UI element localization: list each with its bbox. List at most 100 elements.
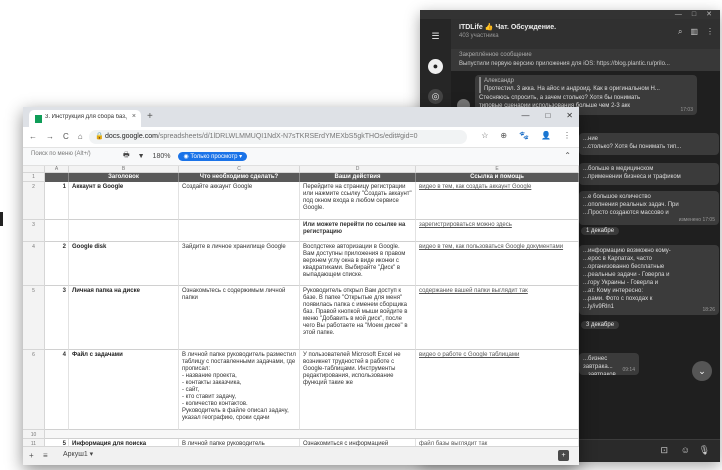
column-header-e[interactable]: E (416, 166, 579, 173)
extension-icon[interactable]: 🐾 (519, 131, 529, 140)
help-link[interactable]: видео в тем, как пользоваться Google док… (416, 242, 579, 286)
chat-icon[interactable]: ● (428, 59, 443, 74)
reload-button[interactable]: C (63, 132, 69, 141)
minimize-button[interactable]: — (675, 10, 682, 19)
table-cell[interactable]: Или можете перейти по ссылке на регистра… (300, 220, 416, 242)
pinned-heading: Закреплённое сообщение (459, 52, 532, 58)
table-cell[interactable]: Личная папка на диске (69, 286, 179, 350)
emoji-icon[interactable]: ☺ (681, 445, 690, 455)
scroll-down-button[interactable]: ⌄ (692, 361, 712, 381)
all-sheets-menu-icon[interactable]: ≡ (43, 451, 48, 460)
close-button[interactable]: ✕ (566, 111, 573, 120)
table-cell[interactable]: Перейдите на страницу регистрации или на… (300, 182, 416, 220)
forward-button[interactable]: → (46, 132, 54, 141)
menu-search-input[interactable]: Поиск по меню (Alt+/) (31, 151, 91, 157)
sheet-tab[interactable]: Аркуш1 ▾ (63, 450, 93, 458)
column-header-b[interactable]: B (69, 166, 179, 173)
maximize-button[interactable]: □ (545, 111, 550, 120)
row-number[interactable]: 2 (23, 182, 45, 220)
chat-header[interactable]: ITDLife 👍 Чат. Обсуждение. 403 участника… (451, 19, 720, 49)
collapse-toolbar-icon[interactable]: ⌃ (564, 151, 571, 160)
table-cell[interactable]: В личной папке руководитель разместил та… (179, 350, 300, 430)
message-bubble[interactable]: ...ние ...столько? Хотя бы понимать тип.… (579, 133, 719, 155)
more-icon[interactable]: ⋮ (706, 27, 714, 37)
table-cell[interactable]: 3 (45, 286, 69, 350)
search-icon[interactable]: ⌕ (678, 27, 682, 37)
message-bubble[interactable]: ...бизнес завтрака... ...завтраков 09:14 (579, 353, 639, 375)
table-cell[interactable]: Создайте аккаунт Google (179, 182, 300, 220)
browser-menu-icon[interactable]: ⋮ (563, 131, 571, 140)
columns-icon[interactable]: ▥ (690, 27, 698, 37)
row-number[interactable]: 10 (23, 430, 45, 439)
column-header-c[interactable]: C (179, 166, 300, 173)
message-bubble[interactable]: ...е большое количество ...ополнения реа… (579, 191, 719, 225)
profile-icon[interactable]: 👤 (541, 131, 551, 140)
spreadsheet-grid: A B C D E 1 Заголовок Что необходимо сде… (23, 166, 579, 447)
message-text: ...информацию возможно кому- ...ерос в К… (583, 248, 671, 310)
table-cell[interactable]: 4 (45, 350, 69, 430)
table-cell[interactable]: Файл с задачами (69, 350, 179, 430)
empty-row[interactable] (45, 430, 579, 439)
help-link[interactable]: видео в тем, как создать аккаунт Google (416, 182, 579, 220)
table-cell[interactable]: Руководитель открыл Вам доступ к базе. В… (300, 286, 416, 350)
column-header-a[interactable]: A (45, 166, 69, 173)
lock-icon[interactable]: 🔒 (95, 132, 104, 140)
table-cell[interactable]: Google disk (69, 242, 179, 286)
row-number[interactable]: 1 (23, 173, 45, 182)
table-cell[interactable]: 1 (45, 182, 69, 220)
table-cell[interactable] (179, 220, 300, 242)
home-button[interactable]: ⌂ (78, 132, 83, 141)
menu-icon[interactable]: ☰ (428, 29, 443, 44)
table-cell[interactable]: 2 (45, 242, 69, 286)
close-tab-icon[interactable]: × (132, 113, 136, 120)
sheets-favicon-icon (35, 115, 42, 123)
corner-cell[interactable] (23, 166, 45, 173)
browser-tab[interactable]: 3. Инструкция для сбора баз.д × (29, 110, 141, 127)
url-host: docs.google.com (105, 133, 158, 140)
column-header-d[interactable]: D (300, 166, 416, 173)
add-sheet-button[interactable]: + (29, 451, 34, 460)
table-cell[interactable]: Воспдстеке авторизации в Google. Вам дос… (300, 242, 416, 286)
pinned-message[interactable]: Закреплённое сообщение Выпустили первую … (451, 49, 720, 71)
minimize-button[interactable]: — (521, 111, 529, 120)
sheet-tabs-bar: + ≡ Аркуш1 ▾ + (23, 446, 579, 465)
message-bubble[interactable]: ...информацию возможно кому- ...ерос в К… (579, 245, 719, 315)
header-cell[interactable] (45, 173, 69, 182)
maximize-button[interactable]: □ (692, 10, 696, 19)
row-number[interactable]: 6 (23, 350, 45, 430)
table-cell[interactable] (69, 220, 179, 242)
header-cell[interactable]: Что необходимо сделать? (179, 173, 300, 182)
archive-icon[interactable]: ◎ (428, 89, 443, 104)
table-cell[interactable]: Аккаунт в Google (69, 182, 179, 220)
row-number[interactable]: 3 (23, 220, 45, 242)
message-time: изменено 17:05 (678, 217, 715, 223)
header-cell[interactable]: Ваши действия (300, 173, 416, 182)
help-link[interactable]: видео о работе с Google таблицами (416, 350, 579, 430)
table-cell[interactable]: Зайдите в личное хранилище Google (179, 242, 300, 286)
reply-quote[interactable]: Александр Протестил. 3 акка. На айос и а… (479, 77, 693, 93)
filter-icon[interactable]: ▼ (138, 153, 145, 160)
extension-icon[interactable]: ⊕ (500, 131, 507, 140)
print-icon[interactable]: 🖶 (123, 151, 130, 162)
back-button[interactable]: ← (29, 132, 37, 141)
message-bubble[interactable]: ...больше в медицинском ...применении би… (579, 163, 719, 185)
close-button[interactable]: ✕ (706, 10, 712, 19)
table-cell[interactable]: Ознакомьтесь с содержимым личной папки (179, 286, 300, 350)
sticker-icon[interactable]: ⊡ (660, 445, 668, 456)
table-cell[interactable]: У пользователей Microsoft Excel не возни… (300, 350, 416, 430)
header-cell[interactable]: Заголовок (69, 173, 179, 182)
header-cell[interactable]: Ссылка и помощь (416, 173, 579, 182)
pinned-text: Выпустили первую версию приложения для i… (459, 61, 670, 67)
bookmark-star-icon[interactable]: ☆ (481, 131, 488, 140)
zoom-select[interactable]: 180% (153, 153, 171, 160)
address-bar[interactable]: 🔒 docs.google.com/spreadsheets/d/1lDRLWL… (89, 130, 467, 144)
help-link[interactable]: содержание вашей папки выглядит так (416, 286, 579, 350)
view-only-button[interactable]: ◉ Только просмотр ▾ (178, 152, 248, 161)
row-number[interactable]: 5 (23, 286, 45, 350)
row-number[interactable]: 4 (23, 242, 45, 286)
help-link[interactable]: зарегистрироваться можно здесь (416, 220, 579, 242)
explore-button[interactable]: + (558, 450, 569, 461)
mic-icon[interactable]: 🎙 (699, 445, 710, 456)
new-tab-button[interactable]: + (147, 111, 153, 122)
table-cell[interactable] (45, 220, 69, 242)
